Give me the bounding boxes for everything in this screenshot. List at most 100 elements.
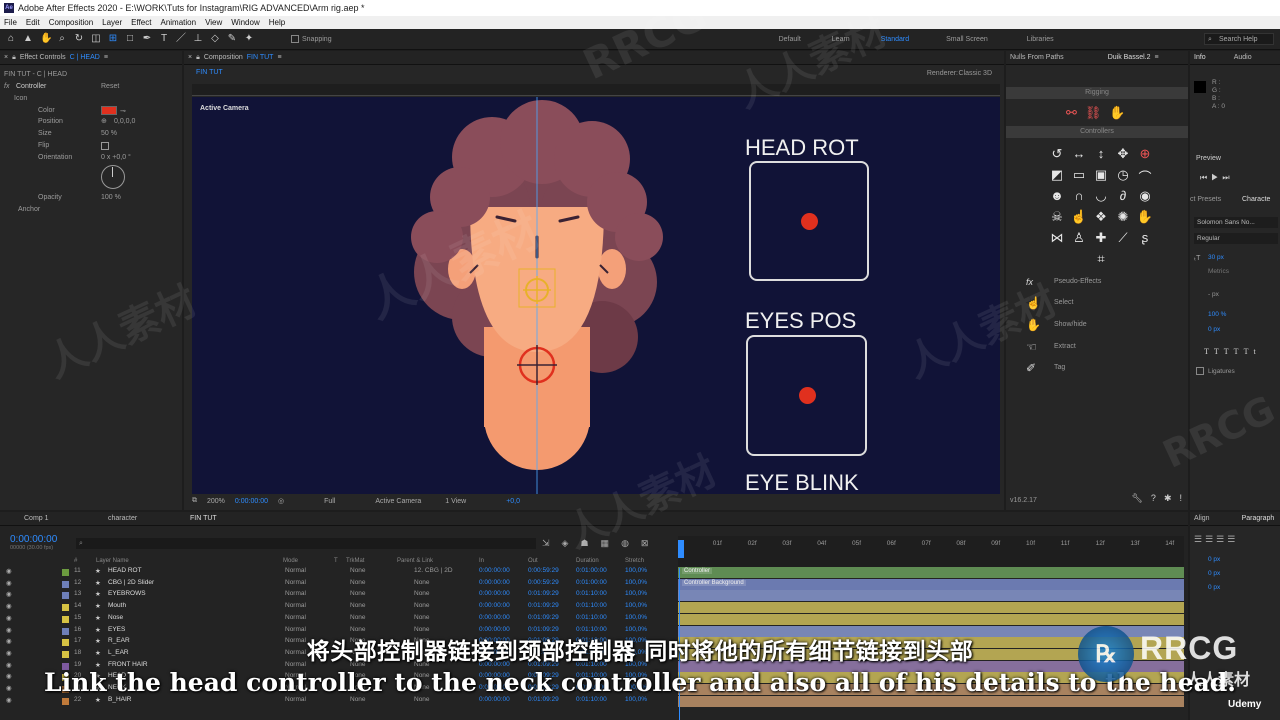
leading-value[interactable]: - px [1208,291,1219,298]
home-icon[interactable]: ⌂ [6,34,16,44]
layer-name[interactable]: CBG | 2D Slider [108,579,154,586]
pseudo-effects-label[interactable]: Pseudo-Effects [1054,278,1101,285]
layer-in[interactable]: 0:00:00:00 [479,602,510,609]
mouth-icon[interactable]: ◡ [1090,188,1112,205]
menu-effect[interactable]: Effect [131,18,151,27]
eyes-pos-slider[interactable] [746,335,867,456]
duik-tab[interactable]: Duik Bassel.2 [1108,54,1151,61]
camera-icon[interactable]: ◩ [1046,167,1068,184]
layer-out[interactable]: 0:00:59:29 [528,579,559,586]
layer-in[interactable]: 0:00:00:00 [479,567,510,574]
layer-parent-dropdown[interactable]: None [414,579,430,586]
layer-parent-dropdown[interactable]: None [414,614,430,621]
panel-menu-icon[interactable]: ≡ [1154,54,1158,61]
visibility-eye-icon[interactable]: ◉ [6,602,12,610]
clock-icon[interactable]: ◷ [1112,167,1134,184]
layer-duration-bar[interactable] [678,590,1184,602]
box-icon[interactable]: ▣ [1090,167,1112,184]
snapping-toggle[interactable]: Snapping [291,35,332,43]
comp-flowchart-icon[interactable]: ⇲ [542,538,550,549]
layer-parent-dropdown[interactable]: 12. CBG | 2D [414,567,453,574]
puppet-tool-icon[interactable]: ✦ [244,34,254,44]
finger-icon[interactable]: ☝ [1068,209,1090,226]
eyes-pos-handle[interactable] [799,387,816,404]
menu-layer[interactable]: Layer [102,18,122,27]
lock-icon[interactable]: 🔒︎ [12,54,16,62]
opacity-value[interactable]: 100 % [101,194,121,201]
panel-menu-icon[interactable]: ≡ [104,54,108,61]
menu-help[interactable]: Help [269,18,285,27]
always-preview-icon[interactable]: ⧉ [192,497,197,505]
menu-animation[interactable]: Animation [160,18,196,27]
close-icon[interactable]: × [4,54,8,61]
layer-stretch[interactable]: 100,0% [625,590,647,597]
layer-row[interactable]: ◉ ★ 11 HEAD ROT Normal None 12. CBG | 2D 0:00:0… [0,567,676,579]
label-color-swatch[interactable] [62,580,69,588]
layer-duration[interactable]: 0:01:00:00 [576,567,607,574]
layer-row[interactable]: ◉ ★ 13 EYEBROWS Normal None None 0:00:00:00 0:01… [0,590,676,602]
text-tool-icon[interactable]: T [159,34,169,44]
target-icon[interactable]: ⊕ [1134,146,1156,163]
visibility-eye-icon[interactable]: ◉ [6,590,12,598]
paragraph-tab[interactable]: Paragraph [1242,515,1275,522]
kerning-value[interactable]: Metrics [1208,268,1229,275]
faux-italic-icon[interactable]: T [1214,347,1224,356]
workspace-default[interactable]: Default [779,36,801,43]
clone-stamp-tool-icon[interactable]: ⊥ [193,34,203,44]
layer-out[interactable]: 0:00:59:29 [528,567,559,574]
audio-tab[interactable]: Audio [1234,54,1252,61]
layer-mode-dropdown[interactable]: Normal [285,590,306,597]
ligatures-checkbox[interactable] [1196,367,1204,375]
font-family-dropdown[interactable]: Solomon Sans No... [1194,217,1278,228]
arm-icon[interactable]: ✚ [1090,230,1112,247]
eye-icon[interactable]: ◉ [1134,188,1156,205]
menu-view[interactable]: View [205,18,222,27]
tag-action[interactable]: Tag [1054,364,1065,371]
curve-icon[interactable]: ⌒ [1134,167,1156,185]
close-icon[interactable]: × [188,54,192,61]
layer-duration-bar[interactable] [678,602,1184,614]
eyedropper-icon[interactable]: ⊸ [120,107,126,115]
position-value[interactable]: 0,0,0,0 [114,118,135,125]
menu-file[interactable]: File [4,18,17,27]
preview-tab[interactable]: Preview [1196,155,1221,162]
space-before-value[interactable]: 0 px [1208,584,1220,591]
align-tab[interactable]: Align [1194,515,1210,522]
layer-name[interactable]: EYEBROWS [108,590,146,597]
color-swatch[interactable] [101,106,117,115]
tab-character[interactable]: character [94,515,176,522]
layer-out[interactable]: 0:01:09:29 [528,590,559,597]
workspace-standard[interactable]: Standard [881,36,909,43]
snapping-checkbox[interactable] [291,35,299,43]
effects-presets-tab[interactable]: ct Presets [1190,196,1221,203]
bug-icon[interactable]: ✱ [1164,493,1172,504]
layer-trkmat-dropdown[interactable]: None [350,590,366,597]
views-dropdown[interactable]: 1 View [445,498,466,505]
hair-icon[interactable]: ∩ [1068,188,1090,205]
timeline-timecode[interactable]: 0:00:00:00 [10,534,57,545]
all-caps-icon[interactable]: TT [1224,347,1244,356]
rigging-section[interactable]: Rigging [1006,87,1188,99]
leg-icon[interactable]: ⟋ [1112,230,1134,247]
time-ruler[interactable]: 0f01f02f03f04f05f06f07f08f09f10f11f12f13… [678,536,1184,568]
help-icon[interactable]: ? [1151,493,1156,504]
horizontal-icon[interactable]: ↔ [1068,146,1090,163]
hand-icon[interactable]: ✋ [1134,209,1156,226]
layer-trkmat-dropdown[interactable]: None [350,602,366,609]
head-rot-handle[interactable] [801,213,818,230]
faux-bold-icon[interactable]: T [1204,347,1214,356]
layer-stretch[interactable]: 100,0% [625,614,647,621]
indent-left-value[interactable]: 0 px [1208,556,1220,563]
claw-icon[interactable]: ✺ [1112,209,1134,226]
corners-icon[interactable]: ⌗ [1090,251,1112,268]
graph-editor-icon[interactable]: ⊠ [641,538,649,549]
pen-tool-icon[interactable]: ✒ [142,34,152,44]
frame-blending-icon[interactable]: ▦ [601,538,610,549]
move-icon[interactable]: ✥ [1112,146,1134,163]
vertical-icon[interactable]: ↕ [1090,146,1112,163]
layer-row[interactable]: ◉ ★ 12 CBG | 2D Slider Normal None None 0:00:00… [0,579,676,591]
layer-parent-dropdown[interactable]: None [414,590,430,597]
zoom-tool-icon[interactable]: ⌕ [57,34,67,44]
body-icon[interactable]: ♙ [1068,230,1090,247]
layer-duration[interactable]: 0:01:00:00 [576,579,607,586]
